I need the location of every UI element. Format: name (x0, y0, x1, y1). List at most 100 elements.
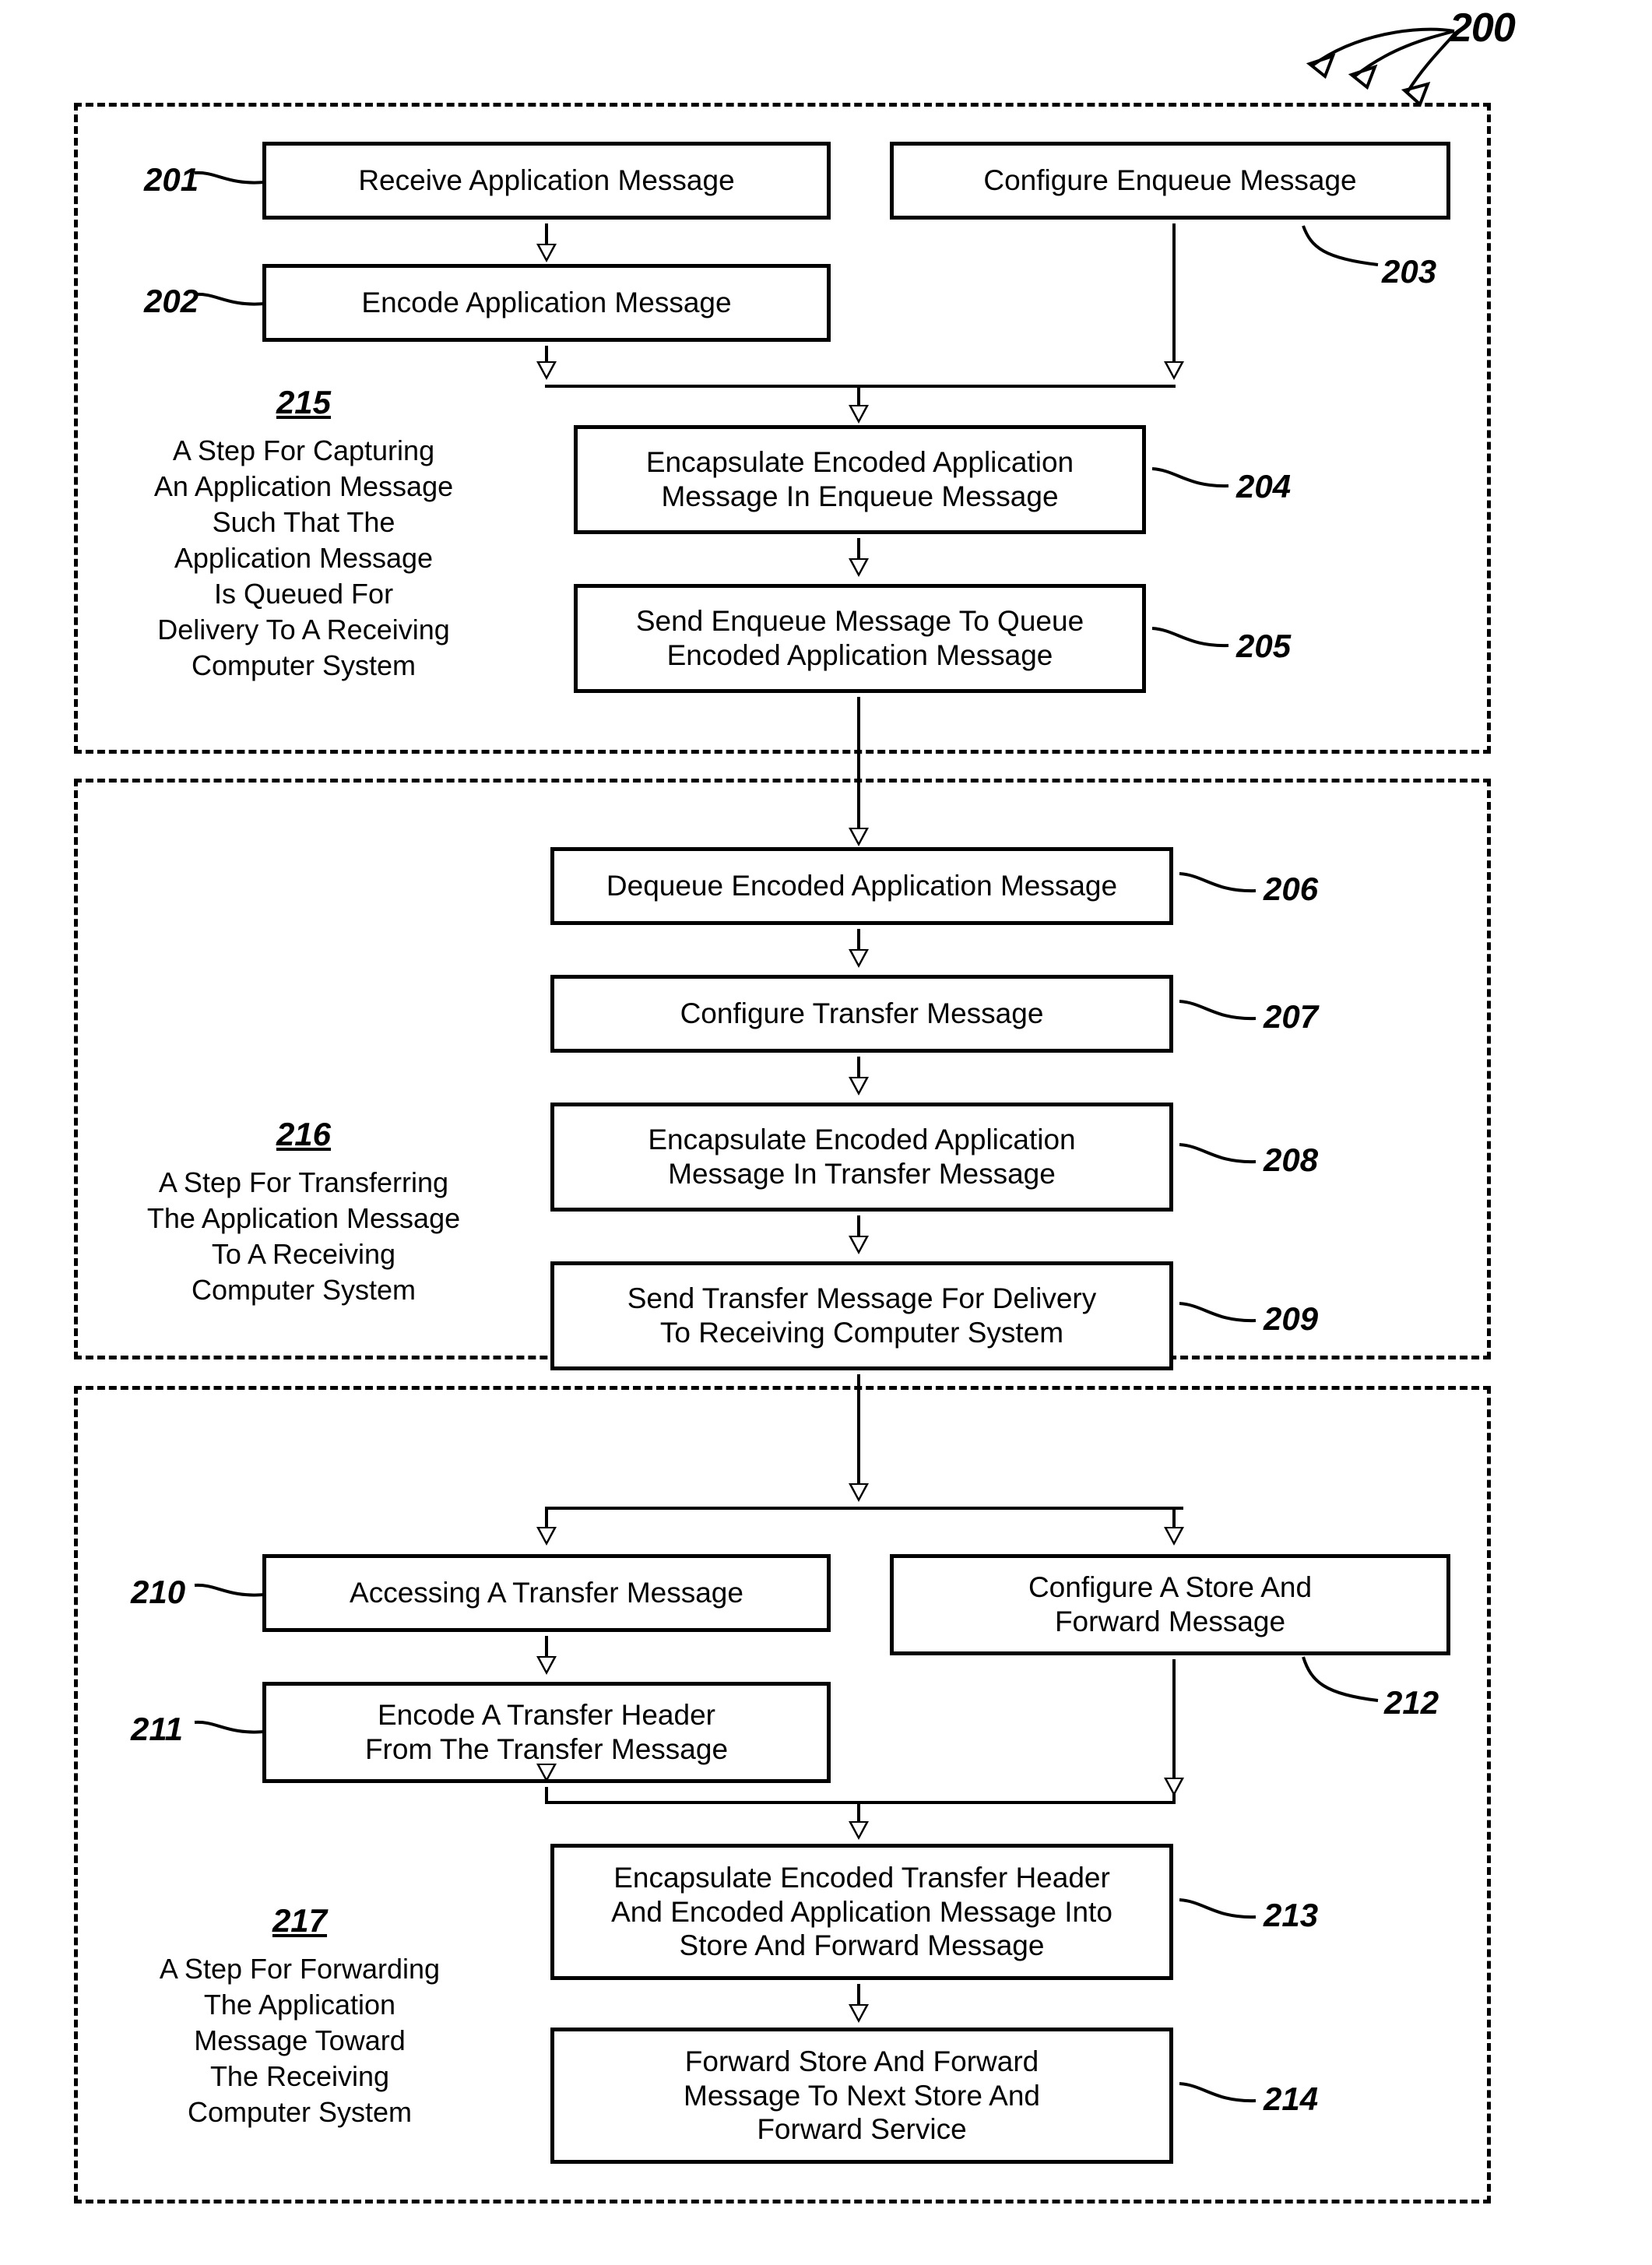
step-215-line-2: An Application Message (153, 470, 454, 502)
connector-213-214 (857, 1984, 860, 2006)
step-215-line-1: A Step For Capturing (172, 434, 435, 466)
process-box-206[interactable]: Dequeue Encoded Application Message (550, 847, 1176, 928)
connector-merge-213 (857, 1801, 860, 1823)
step-217-line-4: The Receiving (209, 2059, 390, 2092)
arrowhead-212-merge (1164, 1778, 1184, 1796)
process-box-213-line-2: And Encoded Application Message Into (611, 1895, 1112, 1928)
process-box-209-line-2: To Receiving Computer System (659, 1317, 1064, 1349)
step-216-line-3: To A Receiving (211, 1237, 396, 1270)
leader-line-203 (1302, 225, 1379, 266)
arrowhead-208-209 (849, 1236, 869, 1254)
arrowhead-merge-204 (849, 405, 869, 424)
process-box-203[interactable]: Configure Enqueue Message (890, 142, 1453, 223)
leader-line-208 (1179, 1143, 1257, 1164)
connector-208-209 (857, 1215, 860, 1237)
leader-line-213 (1179, 1898, 1257, 1919)
ref-number-210: 210 (131, 1574, 186, 1610)
process-box-203-line-1: Configure Enqueue Message (983, 164, 1357, 197)
connector-201-202 (545, 223, 548, 245)
step-descriptor-215: 215 A Step For Capturing An Application … (109, 382, 498, 684)
process-box-208-line-1: Encapsulate Encoded Application (648, 1124, 1076, 1156)
leader-line-210 (194, 1583, 265, 1597)
connector-206-207 (857, 929, 860, 951)
arrowhead-211-merge (536, 1764, 557, 1782)
leader-line-211 (194, 1720, 265, 1734)
process-box-209-line-1: Send Transfer Message For Delivery (627, 1282, 1097, 1315)
leader-line-209 (1179, 1302, 1257, 1323)
ref-number-208: 208 (1264, 1141, 1319, 1178)
step-217-line-5: Computer System (187, 2096, 413, 2129)
step-215-line-3: Such That The (212, 505, 395, 538)
step-215-line-7: Computer System (191, 649, 417, 682)
process-box-213[interactable]: Encapsulate Encoded Transfer Header And … (550, 1844, 1176, 1983)
ref-number-212: 212 (1384, 1684, 1439, 1721)
ref-number-213: 213 (1264, 1897, 1319, 1933)
step-descriptor-216: 216 A Step For Transferring The Applicat… (109, 1113, 498, 1308)
ref-number-205: 205 (1236, 628, 1292, 664)
process-box-201-line-1: Receive Application Message (358, 164, 735, 197)
ref-number-202: 202 (144, 283, 199, 319)
arrowhead-201-202 (536, 244, 557, 262)
step-number-217: 217 (272, 1902, 328, 1939)
process-box-204-line-1: Encapsulate Encoded Application (645, 446, 1074, 479)
figure-pointer-arrows-icon (1306, 27, 1457, 107)
step-number-215: 215 (276, 384, 332, 420)
connector-split-210 (545, 1507, 548, 1528)
ref-number-204: 204 (1236, 468, 1292, 505)
patent-figure-page: 200 Receive Application Message 201 Enco… (0, 0, 1652, 2265)
process-box-212[interactable]: Configure A Store And Forward Message (890, 1554, 1453, 1658)
arrowhead-210-211 (536, 1656, 557, 1675)
process-box-206-line-1: Dequeue Encoded Application Message (606, 870, 1118, 902)
process-box-208-line-2: Message In Transfer Message (668, 1158, 1056, 1190)
arrowhead-merge-213 (849, 1821, 869, 1840)
process-box-212-line-2: Forward Message (1054, 1606, 1286, 1637)
connector-merge-204 (857, 385, 860, 406)
process-box-204-line-2: Message In Enqueue Message (661, 480, 1059, 512)
process-box-202[interactable]: Encode Application Message (262, 264, 834, 345)
process-box-211-line-2: From The Transfer Message (364, 1733, 729, 1765)
step-216-line-2: The Application Message (146, 1201, 461, 1234)
step-215-line-6: Delivery To A Receiving (157, 614, 450, 646)
process-box-213-line-3: Store And Forward Message (679, 1929, 1045, 1962)
process-box-205[interactable]: Send Enqueue Message To Queue Encoded Ap… (574, 584, 1149, 696)
leader-line-205 (1151, 627, 1229, 648)
process-box-204[interactable]: Encapsulate Encoded Application Message … (574, 425, 1149, 537)
process-box-211-line-1: Encode A Transfer Header (378, 1699, 715, 1732)
step-215-line-4: Application Message (174, 541, 434, 574)
process-box-201[interactable]: Receive Application Message (262, 142, 834, 223)
process-box-210-line-1: Accessing A Transfer Message (350, 1577, 743, 1609)
leader-line-204 (1151, 467, 1229, 488)
process-box-214-line-3: Forward Service (757, 2113, 967, 2146)
process-box-213-line-1: Encapsulate Encoded Transfer Header (613, 1862, 1110, 1894)
process-box-207-line-1: Configure Transfer Message (680, 997, 1044, 1030)
ref-number-203: 203 (1382, 253, 1437, 290)
ref-number-211: 211 (131, 1711, 183, 1747)
step-215-line-5: Is Queued For (213, 578, 394, 610)
step-number-216: 216 (276, 1116, 332, 1152)
process-box-209[interactable]: Send Transfer Message For Delivery To Re… (550, 1261, 1176, 1373)
process-box-208[interactable]: Encapsulate Encoded Application Message … (550, 1103, 1176, 1215)
process-box-214[interactable]: Forward Store And Forward Message To Nex… (550, 2028, 1176, 2167)
process-box-207[interactable]: Configure Transfer Message (550, 975, 1176, 1056)
arrowhead-202-merge (536, 361, 557, 380)
arrowhead-206-207 (849, 949, 869, 968)
leader-line-206 (1179, 872, 1257, 893)
leader-line-214 (1179, 2082, 1257, 2103)
step-216-line-4: Computer System (191, 1273, 417, 1306)
connector-202-down (545, 346, 548, 363)
arrowhead-204-205 (849, 558, 869, 577)
leader-line-201 (194, 171, 265, 185)
arrowhead-203-merge (1164, 361, 1184, 380)
process-box-210[interactable]: Accessing A Transfer Message (262, 1554, 834, 1635)
merge-bar-213 (545, 1801, 1176, 1804)
connector-203-down (1172, 223, 1176, 362)
process-box-212-line-1: Configure A Store And (1028, 1571, 1313, 1604)
ref-number-206: 206 (1264, 870, 1319, 907)
connector-210-211 (545, 1636, 548, 1658)
leader-line-212 (1302, 1656, 1379, 1702)
connector-207-208 (857, 1057, 860, 1078)
split-bar-210-212 (545, 1507, 1183, 1510)
connector-204-205 (857, 538, 860, 560)
leader-line-202 (194, 292, 265, 306)
process-box-202-line-1: Encode Application Message (361, 287, 732, 319)
